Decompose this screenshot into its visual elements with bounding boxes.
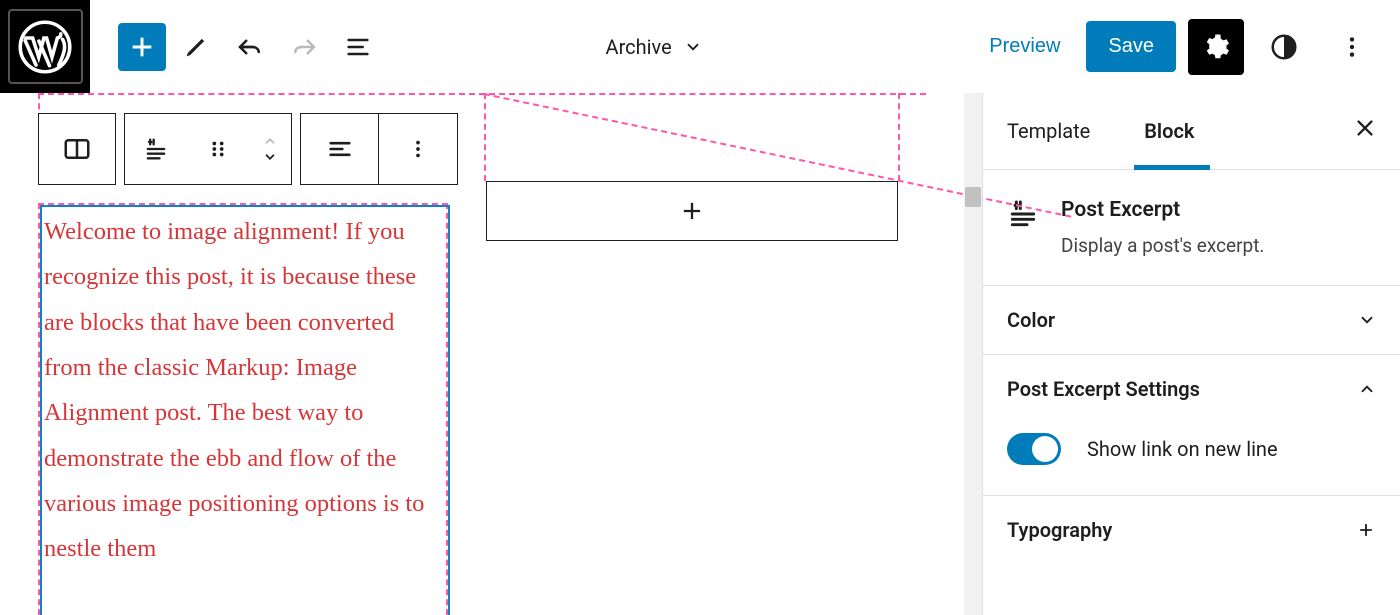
styles-button[interactable] [1256, 19, 1312, 75]
chevron-down-icon[interactable] [261, 150, 279, 164]
toggle-knob [1032, 436, 1058, 462]
columns-icon [62, 134, 92, 164]
more-options-button[interactable] [1324, 19, 1380, 75]
block-appender-button[interactable] [486, 181, 898, 241]
settings-button[interactable] [1188, 19, 1244, 75]
align-button[interactable] [301, 114, 379, 184]
document-title: Archive [606, 35, 672, 59]
block-type-button[interactable] [125, 114, 187, 184]
align-left-icon [326, 135, 354, 163]
excerpt-icon [142, 135, 170, 163]
top-bar-left [0, 0, 382, 93]
block-card: Post Excerpt Display a post's excerpt. [983, 170, 1400, 285]
drag-icon [207, 138, 229, 160]
sidebar-tabs: Template Block [983, 93, 1400, 170]
settings-sidebar: Template Block Post Excerpt Display a po… [982, 93, 1400, 615]
toggle-show-link-newline[interactable] [1007, 433, 1061, 465]
save-button[interactable]: Save [1086, 21, 1176, 72]
undo-button[interactable] [226, 23, 274, 71]
tab-set: Template Block [983, 93, 1224, 169]
panel-color-title: Color [1007, 308, 1055, 332]
toolbar-segment-transform [124, 113, 292, 185]
tab-template[interactable]: Template [983, 93, 1120, 169]
main-area: Welcome to image alignment! If you recog… [0, 93, 1400, 615]
kebab-icon [1339, 34, 1365, 60]
panel-color[interactable]: Color [983, 285, 1400, 354]
kebab-icon [407, 138, 429, 160]
editor-top-bar: Archive Preview Save [0, 0, 1400, 93]
chevron-up-icon[interactable] [261, 134, 279, 148]
preview-button[interactable]: Preview [975, 25, 1074, 68]
setting-show-link-newline: Show link on new line [983, 423, 1400, 495]
add-block-inserter-button[interactable] [118, 23, 166, 71]
layout-guide [898, 93, 900, 181]
panel-typography-title: Typography [1007, 518, 1112, 542]
move-buttons [249, 114, 291, 184]
top-bar-right: Preview Save [975, 19, 1380, 75]
drag-handle[interactable] [187, 114, 249, 184]
block-toolbar [38, 113, 458, 185]
redo-button[interactable] [280, 23, 328, 71]
scrollbar-thumb[interactable] [965, 187, 981, 207]
half-circle-icon [1269, 32, 1299, 62]
block-more-button[interactable] [379, 114, 457, 184]
block-card-title: Post Excerpt [1061, 198, 1264, 222]
layout-guide [38, 93, 926, 95]
toggle-label: Show link on new line [1087, 437, 1278, 461]
canvas-wrapper: Welcome to image alignment! If you recog… [0, 93, 964, 615]
list-view-button[interactable] [334, 23, 382, 71]
top-tool-buttons [118, 23, 382, 71]
panel-excerpt-settings[interactable]: Post Excerpt Settings [983, 354, 1400, 423]
gear-icon [1201, 32, 1231, 62]
toolbar-segment-align [300, 113, 458, 185]
document-title-dropdown[interactable]: Archive [606, 35, 702, 59]
post-excerpt-block[interactable]: Welcome to image alignment! If you recog… [40, 205, 450, 615]
wordpress-logo-icon [8, 9, 83, 84]
block-card-text: Post Excerpt Display a post's excerpt. [1061, 198, 1264, 257]
edit-mode-button[interactable] [172, 23, 220, 71]
chevron-up-icon [1358, 380, 1376, 398]
editor-canvas[interactable]: Welcome to image alignment! If you recog… [0, 93, 964, 615]
tab-block[interactable]: Block [1120, 93, 1224, 169]
panel-typography[interactable]: Typography [983, 495, 1400, 564]
excerpt-text: Welcome to image alignment! If you recog… [44, 218, 424, 562]
chevron-down-icon [684, 38, 702, 56]
layout-guide [484, 93, 486, 181]
plus-icon [678, 197, 706, 225]
canvas-scrollbar[interactable] [964, 93, 982, 615]
parent-block-button[interactable] [38, 113, 116, 185]
plus-icon [1356, 520, 1376, 540]
block-card-description: Display a post's excerpt. [1061, 234, 1264, 257]
wordpress-logo-button[interactable] [0, 0, 90, 93]
panel-settings-title: Post Excerpt Settings [1007, 377, 1200, 401]
close-icon [1354, 117, 1376, 139]
chevron-down-icon [1358, 311, 1376, 329]
close-sidebar-button[interactable] [1350, 111, 1380, 151]
